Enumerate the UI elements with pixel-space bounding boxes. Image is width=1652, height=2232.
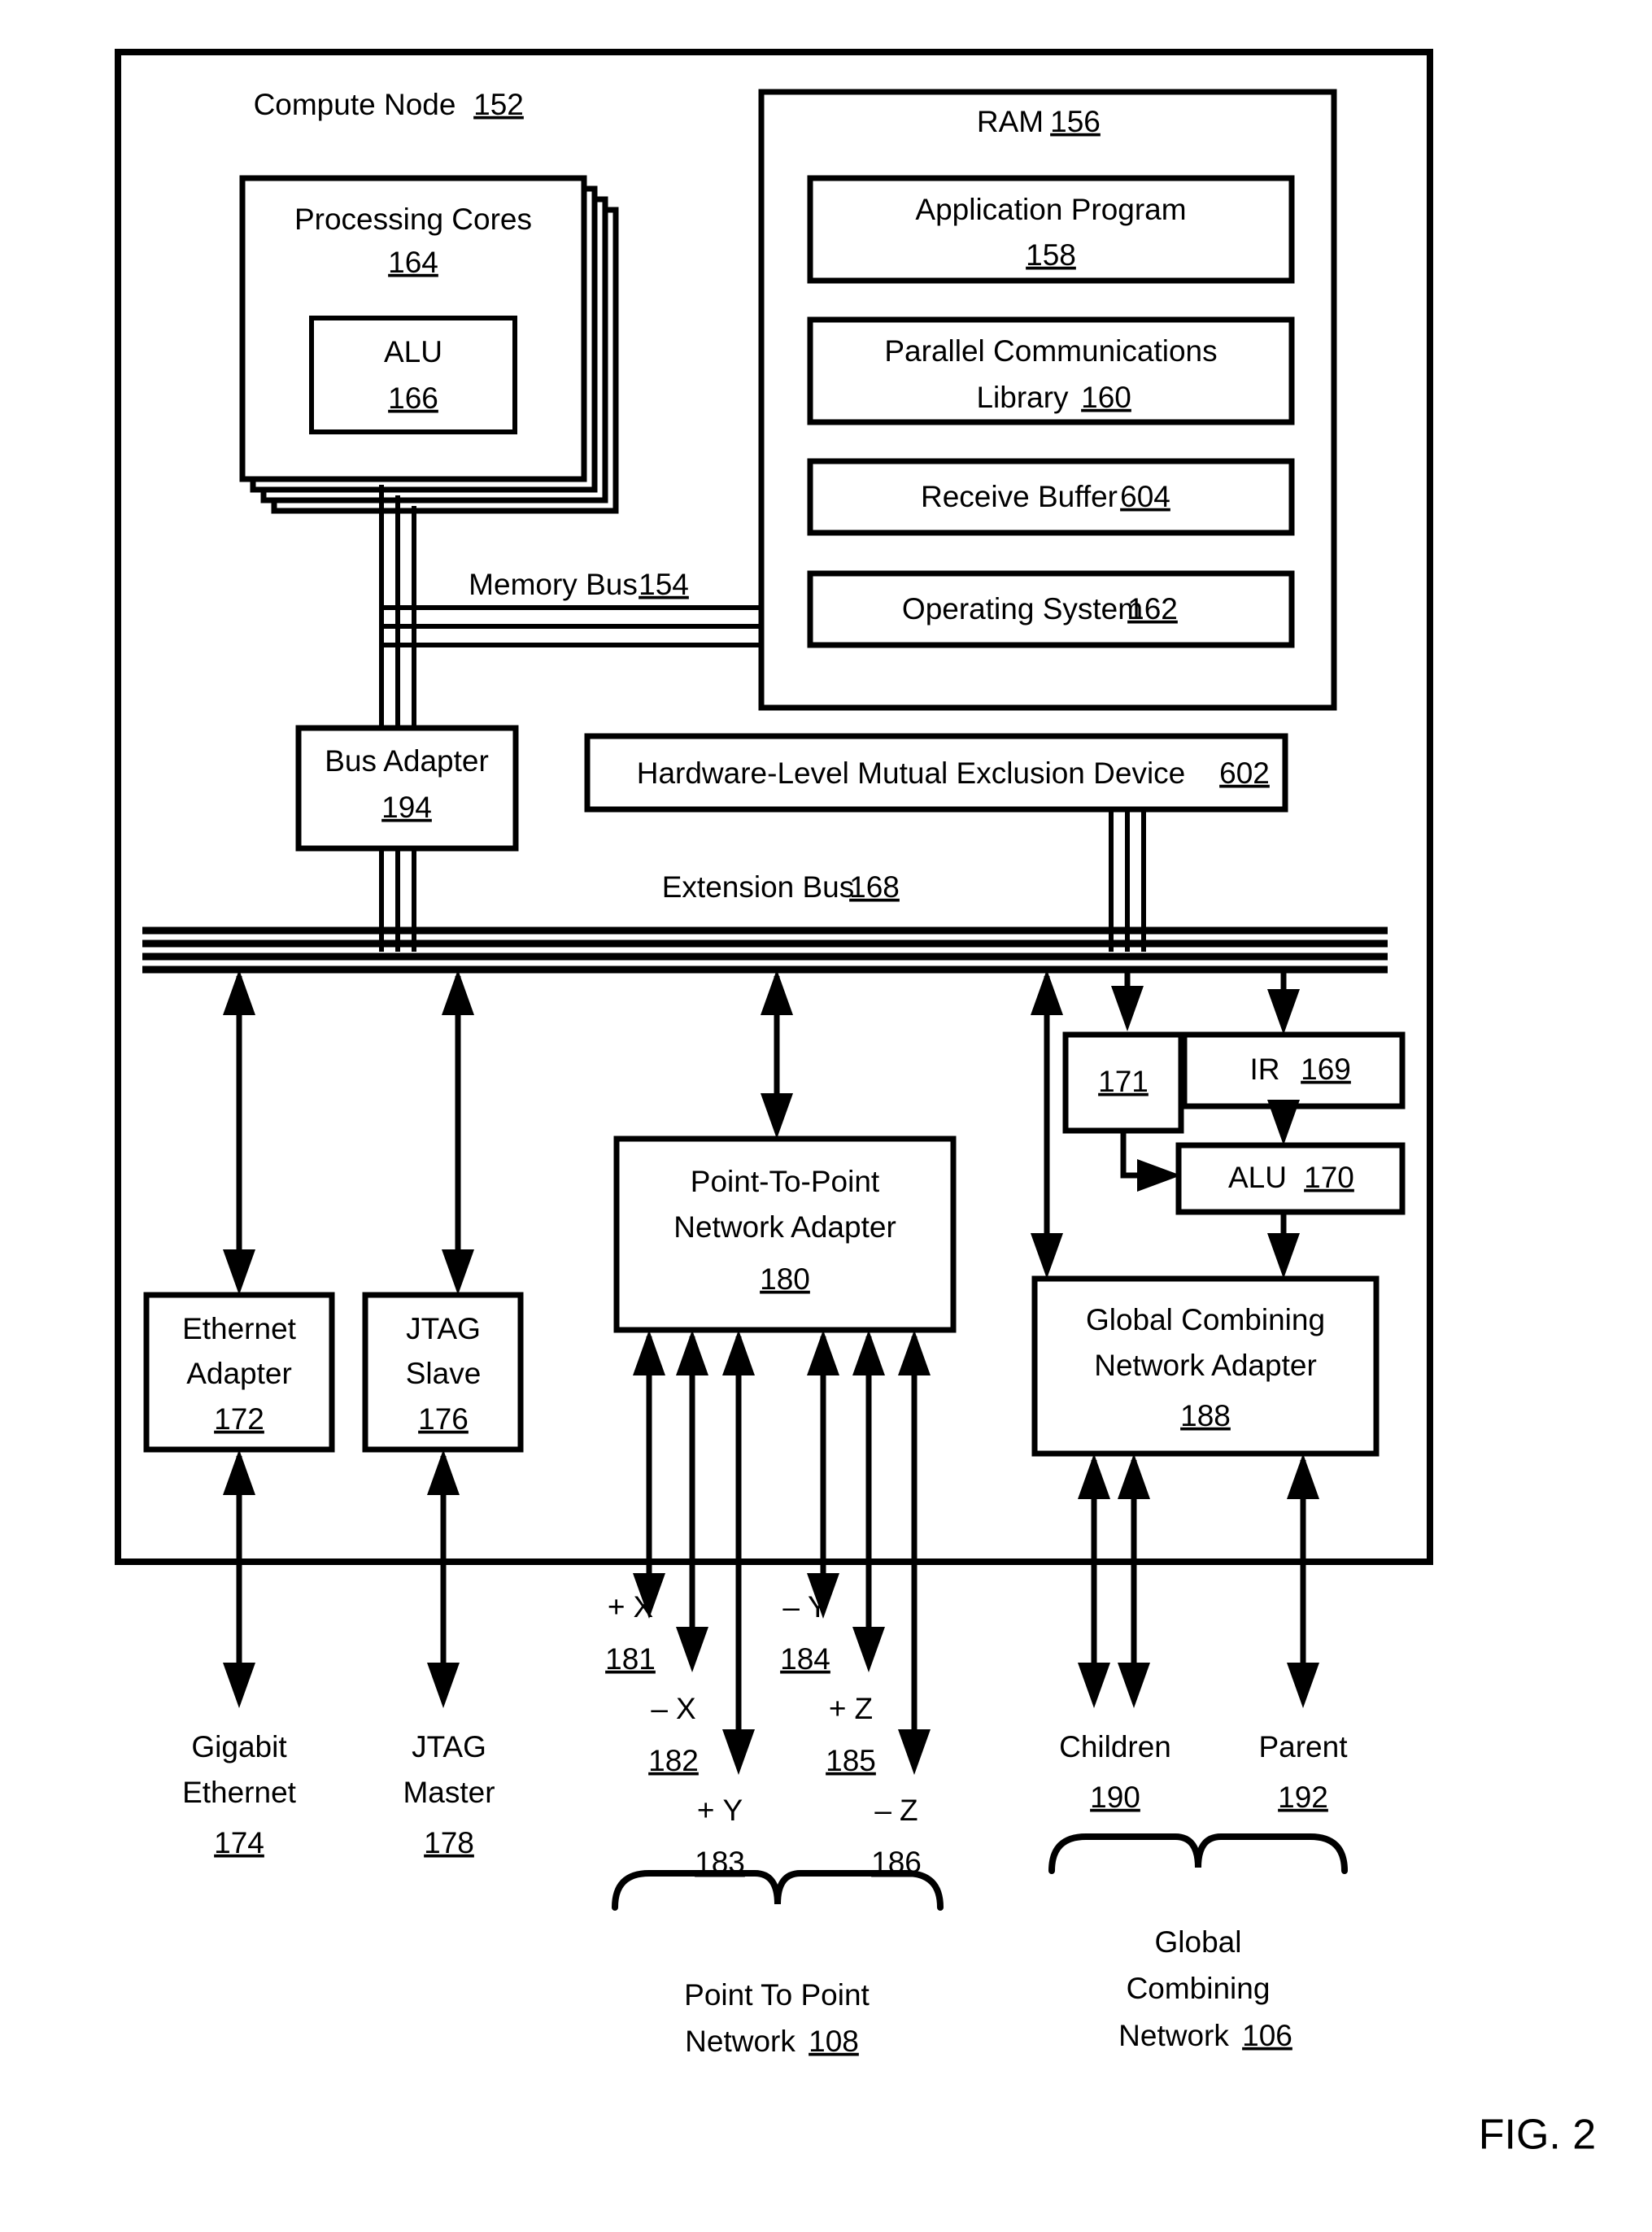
p2p-link-ref-181: 181	[605, 1642, 656, 1676]
core-alu-ref: 166	[388, 381, 438, 415]
operating-system-ref: 162	[1127, 592, 1178, 626]
arrow-gcn-adapter-to-parent	[1287, 1454, 1319, 1708]
gcn-adapter-ref: 188	[1180, 1399, 1231, 1432]
figure-caption: FIG. 2	[1479, 2112, 1596, 2159]
p2p-link-ref-185: 185	[826, 1744, 876, 1777]
ethernet-adapter-line1: Ethernet	[182, 1312, 297, 1345]
p2p-network-line2: Network	[685, 2025, 795, 2058]
p2p-network-line1: Point To Point	[684, 1978, 870, 2012]
children-label: Children	[1059, 1730, 1171, 1763]
memory-bus-label: Memory Bus	[469, 568, 638, 601]
ir-169-ref: 169	[1301, 1053, 1351, 1086]
compute-node-ref: 152	[473, 88, 524, 121]
p2p-network-ref: 108	[809, 2025, 859, 2058]
jtag-slave-line1: JTAG	[406, 1312, 481, 1345]
p2p-adapter-line2: Network Adapter	[673, 1210, 896, 1244]
gcn-network-line1: Global	[1155, 1925, 1242, 1959]
alu-170-ref: 170	[1304, 1161, 1354, 1194]
p2p-link-label-minus-x: – X	[651, 1692, 695, 1725]
ethernet-adapter-ref: 172	[214, 1402, 264, 1436]
counter-171-ref: 171	[1098, 1065, 1149, 1098]
extension-bus-label: Extension Bus	[662, 870, 855, 904]
gcn-network-line3: Network	[1118, 2019, 1229, 2052]
ir-169-label: IR	[1250, 1053, 1280, 1086]
children-ref: 190	[1090, 1781, 1140, 1814]
jtag-slave-ref: 176	[418, 1402, 469, 1436]
gigabit-ethernet-ref: 174	[214, 1826, 264, 1859]
alu-170-box	[1175, 1142, 1406, 1215]
parallel-comm-label: Parallel Communications	[884, 334, 1217, 368]
core-alu-label: ALU	[384, 335, 442, 368]
arrow-gcn-adapter-to-children-2	[1118, 1454, 1150, 1708]
arrow-gcn-adapter-to-children-1	[1078, 1454, 1110, 1708]
application-program-label: Application Program	[915, 193, 1186, 226]
receive-buffer-label: Receive Buffer	[921, 480, 1118, 513]
alu-170-label: ALU	[1228, 1161, 1287, 1194]
p2p-link-label-plus-y: + Y	[697, 1794, 743, 1827]
p2p-link-label-plus-x: + X	[608, 1590, 653, 1624]
jtag-master-line1: JTAG	[412, 1730, 486, 1763]
gcn-network-ref: 106	[1242, 2019, 1292, 2052]
gigabit-ethernet-line2: Ethernet	[182, 1776, 297, 1809]
operating-system-label: Operating System	[902, 592, 1143, 626]
extension-bus-ref: 168	[849, 870, 900, 904]
processing-cores-ref: 164	[388, 246, 438, 279]
jtag-master-ref: 178	[424, 1826, 474, 1859]
ram-ref: 156	[1050, 105, 1101, 138]
parent-ref: 192	[1278, 1781, 1328, 1814]
gigabit-ethernet-line1: Gigabit	[191, 1730, 287, 1763]
p2p-adapter-line1: Point-To-Point	[691, 1165, 880, 1198]
jtag-slave-line2: Slave	[406, 1357, 482, 1390]
bus-adapter-ref: 194	[381, 791, 432, 824]
parent-label: Parent	[1258, 1730, 1348, 1763]
ir-169-box	[1181, 1031, 1406, 1109]
p2p-link-ref-184: 184	[780, 1642, 830, 1676]
jtag-master-line2: Master	[403, 1776, 495, 1809]
p2p-link-label-plus-z: + Z	[829, 1692, 873, 1725]
arrow-jtag-slave-to-jtag-master	[427, 1449, 460, 1708]
gcn-adapter-line1: Global Combining	[1086, 1303, 1325, 1336]
gcn-adapter-line2: Network Adapter	[1094, 1349, 1317, 1382]
parallel-comm-ref: 160	[1081, 381, 1131, 414]
parallel-comm-label2: Library	[976, 381, 1069, 414]
processing-cores-label: Processing Cores	[294, 203, 532, 236]
p2p-link-ref-182: 182	[648, 1744, 699, 1777]
p2p-link-label-minus-y: – Y	[782, 1590, 827, 1624]
gcn-network-line2: Combining	[1127, 1972, 1271, 2005]
mutual-exclusion-ref: 602	[1219, 756, 1270, 790]
receive-buffer-ref: 604	[1120, 480, 1170, 513]
p2p-adapter-ref: 180	[760, 1262, 810, 1296]
figure-2-compute-node-block-diagram: Compute Node 152 Processing Cores 164 AL…	[115, 49, 1596, 2159]
ram-label: RAM	[977, 105, 1044, 138]
mutual-exclusion-label: Hardware-Level Mutual Exclusion Device	[637, 756, 1186, 790]
compute-node-title: Compute Node	[254, 88, 456, 121]
p2p-link-label-minus-z: – Z	[874, 1794, 918, 1827]
memory-bus-ref: 154	[639, 568, 689, 601]
gcn-network-brace	[1048, 1833, 1348, 1874]
arrow-ethernet-adapter-to-gigabit-ethernet	[223, 1449, 255, 1708]
ethernet-adapter-line2: Adapter	[186, 1357, 292, 1390]
application-program-ref: 158	[1026, 238, 1076, 272]
bus-adapter-label: Bus Adapter	[325, 744, 489, 778]
